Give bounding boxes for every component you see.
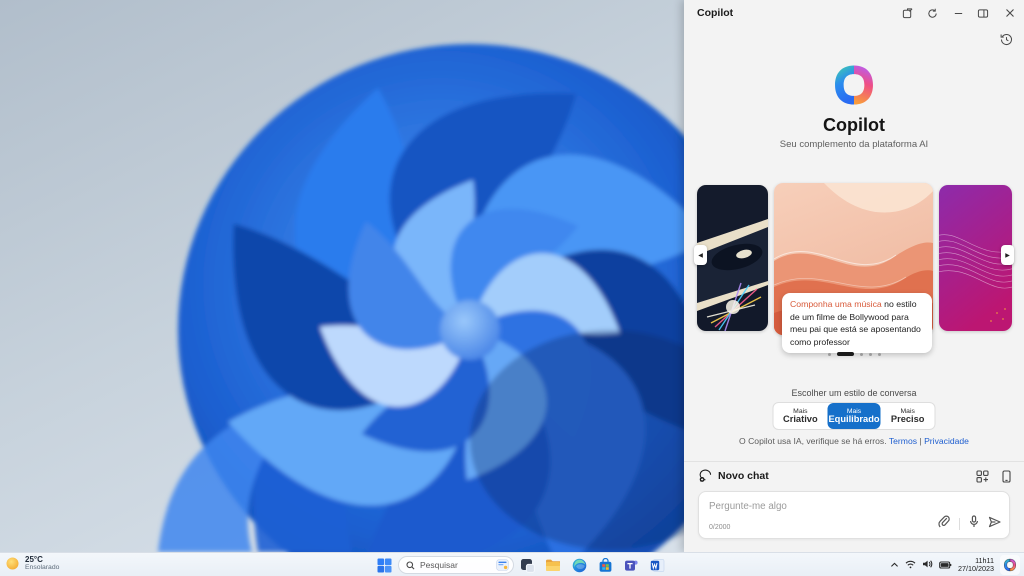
open-in-new-window-icon[interactable] — [897, 5, 917, 21]
hero-subtitle: Seu complemento da plataforma AI — [779, 139, 929, 150]
pagination-dot[interactable] — [877, 352, 881, 356]
carousel-next-icon[interactable]: ▶ — [1001, 245, 1014, 265]
pagination-dot[interactable] — [827, 352, 831, 356]
apps-grid-icon[interactable] — [976, 470, 989, 488]
windows-start-icon — [377, 558, 391, 572]
battery-icon[interactable] — [939, 556, 952, 574]
search-placeholder: Pesquisar — [420, 560, 458, 570]
chevron-up-icon[interactable] — [890, 556, 899, 574]
char-counter: 0/2000 — [709, 524, 731, 531]
pagination-dot[interactable] — [868, 352, 872, 356]
paperclip-icon[interactable] — [938, 515, 950, 533]
screen: Copilot Copilot Seu complemento da plata… — [0, 0, 1024, 576]
suggestion-highlight: Componha uma música — [790, 299, 882, 309]
send-icon[interactable] — [988, 515, 1001, 533]
teams-icon — [624, 560, 638, 571]
wifi-icon[interactable] — [905, 556, 916, 574]
word-icon — [650, 558, 664, 572]
copilot-taskbar-button[interactable] — [1000, 555, 1020, 575]
volume-icon[interactable] — [922, 556, 933, 574]
sun-icon — [6, 557, 19, 570]
store-icon — [599, 557, 611, 572]
terms-link[interactable]: Termos — [889, 436, 917, 446]
taskbar-search[interactable]: Pesquisar — [398, 556, 514, 574]
system-tray: 11h11 27/10/2023 — [890, 553, 1020, 576]
carousel-prev-icon[interactable]: ◀ — [694, 245, 707, 265]
close-icon[interactable] — [1000, 5, 1020, 21]
copilot-hero: Copilot Seu complemento da plataforma AI — [684, 62, 1024, 150]
phone-icon[interactable] — [1001, 470, 1012, 488]
dock-to-side-icon[interactable] — [973, 5, 993, 21]
file-explorer-icon — [546, 559, 560, 571]
history-icon[interactable] — [997, 31, 1015, 47]
start-button[interactable] — [375, 556, 393, 574]
chat-input[interactable] — [709, 498, 949, 514]
composer-divider — [684, 461, 1024, 462]
style-option-precise[interactable]: Mais Preciso — [881, 403, 935, 429]
copilot-panel: Copilot Copilot Seu complemento da plata… — [684, 0, 1024, 552]
conversation-style-label: Escolher um estilo de conversa — [791, 388, 917, 398]
weather-temp: 25°C — [25, 555, 43, 564]
carousel-card-previous[interactable] — [697, 185, 768, 331]
task-view-button[interactable] — [518, 556, 536, 574]
word-button[interactable] — [648, 556, 666, 574]
clock-date: 27/10/2023 — [958, 564, 994, 573]
copilot-logo-icon — [831, 62, 877, 108]
hero-title: Copilot — [823, 115, 885, 135]
weather-condition: Ensolarado — [25, 564, 60, 571]
refresh-icon[interactable] — [922, 5, 942, 21]
desktop-wallpaper — [0, 0, 684, 552]
microphone-icon[interactable] — [969, 515, 979, 533]
new-chat-row: Novo chat — [684, 467, 1024, 487]
edge-icon — [572, 558, 586, 572]
composer-divider-line — [959, 518, 960, 530]
pagination-dot[interactable] — [859, 352, 863, 356]
task-view-icon — [520, 558, 535, 573]
taskbar: 25°C Ensolarado Pesquisar 11h11 27/10/20… — [0, 552, 1024, 576]
new-chat-label: Novo chat — [718, 469, 769, 482]
suggestion-carousel: ◀ ▶ Componha uma música no estilo de um … — [684, 183, 1024, 353]
copilot-mini-icon — [1004, 558, 1016, 572]
search-icon — [406, 560, 415, 569]
new-chat-button[interactable]: Novo chat — [698, 469, 769, 482]
copilot-titlebar: Copilot — [684, 0, 1024, 26]
edge-button[interactable] — [570, 556, 588, 574]
minimize-icon[interactable] — [948, 5, 968, 21]
carousel-pagination[interactable] — [684, 352, 1024, 356]
weather-widget[interactable]: 25°C Ensolarado — [5, 555, 59, 572]
style-option-creative[interactable]: Mais Criativo — [774, 403, 828, 429]
ai-disclaimer: O Copilot usa IA, verifique se há erros.… — [739, 436, 969, 446]
file-explorer-button[interactable] — [544, 556, 562, 574]
privacy-link[interactable]: Privacidade — [924, 436, 969, 446]
search-highlights-icon — [496, 559, 509, 571]
store-button[interactable] — [596, 556, 614, 574]
taskbar-clock[interactable]: 11h11 27/10/2023 — [958, 556, 994, 574]
conversation-style-selector: Mais Criativo Mais Equilibrado Mais Prec… — [772, 402, 936, 430]
teams-button[interactable] — [622, 556, 640, 574]
style-option-balanced[interactable]: Mais Equilibrado — [827, 403, 881, 429]
chat-input-box: 0/2000 — [698, 491, 1010, 539]
window-title: Copilot — [697, 7, 734, 19]
pagination-dot-active[interactable] — [836, 352, 854, 356]
suggestion-tooltip[interactable]: Componha uma música no estilo de um film… — [782, 293, 932, 353]
